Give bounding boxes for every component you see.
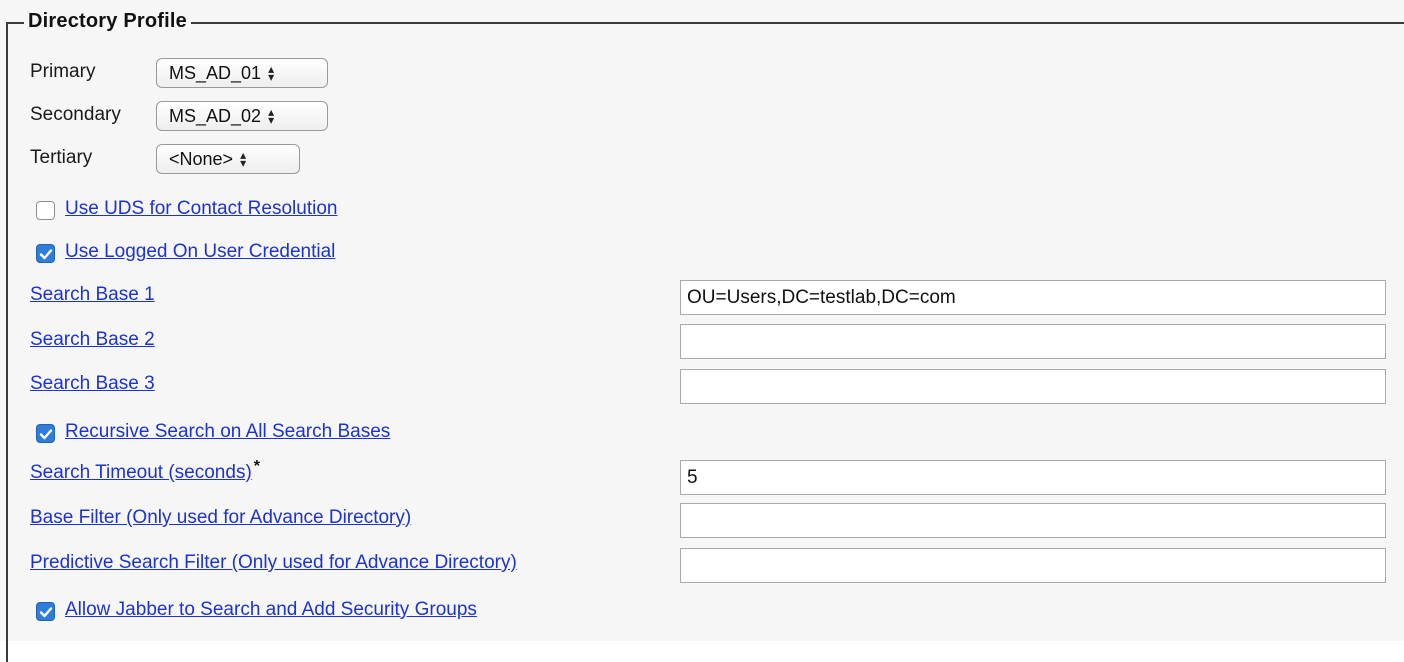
use-logged-on-checkbox[interactable] [36, 244, 55, 263]
up-down-arrows-icon: ▴ ▾ [268, 62, 275, 84]
primary-label: Primary [30, 61, 96, 82]
search-timeout-input[interactable] [680, 460, 1386, 495]
search-base-2-label[interactable]: Search Base 2 [30, 329, 155, 351]
tertiary-select-value: <None> [169, 148, 234, 169]
use-uds-checkbox[interactable] [36, 201, 55, 220]
tertiary-label: Tertiary [30, 147, 93, 168]
secondary-select[interactable]: MS_AD_02 ▴ ▾ [156, 101, 328, 131]
use-logged-on-label[interactable]: Use Logged On User Credential [65, 241, 335, 263]
primary-select[interactable]: MS_AD_01 ▴ ▾ [156, 58, 328, 88]
allow-jabber-label[interactable]: Allow Jabber to Search and Add Security … [65, 599, 477, 621]
up-down-arrows-icon: ▴ ▾ [268, 105, 275, 127]
predictive-filter-input[interactable] [680, 548, 1386, 583]
predictive-filter-label[interactable]: Predictive Search Filter (Only used for … [30, 552, 517, 574]
tertiary-select[interactable]: <None> ▴ ▾ [156, 144, 300, 174]
search-base-3-input[interactable] [680, 369, 1386, 404]
search-base-1-input[interactable] [680, 280, 1386, 315]
search-base-3-label[interactable]: Search Base 3 [30, 373, 155, 395]
directory-profile-panel: Directory Profile Primary MS_AD_01 ▴ ▾ Se… [0, 0, 1404, 662]
recursive-search-label[interactable]: Recursive Search on All Search Bases [65, 421, 390, 443]
checkmark-icon [39, 429, 53, 440]
use-uds-label[interactable]: Use UDS for Contact Resolution [65, 198, 337, 220]
required-marker: * [253, 458, 260, 475]
recursive-search-checkbox[interactable] [36, 424, 55, 443]
search-base-1-label[interactable]: Search Base 1 [30, 284, 155, 306]
base-filter-input[interactable] [680, 503, 1386, 538]
search-timeout-row-label: Search Timeout (seconds) * [30, 458, 260, 484]
up-down-arrows-icon: ▴ ▾ [240, 148, 247, 170]
allow-jabber-checkbox[interactable] [36, 602, 55, 621]
secondary-label: Secondary [30, 104, 121, 125]
base-filter-label[interactable]: Base Filter (Only used for Advance Direc… [30, 507, 411, 529]
section-title: Directory Profile [24, 10, 192, 33]
primary-select-value: MS_AD_01 [169, 62, 262, 83]
search-timeout-label[interactable]: Search Timeout (seconds) [30, 462, 252, 483]
checkmark-icon [39, 607, 53, 618]
search-base-2-input[interactable] [680, 324, 1386, 359]
checkmark-icon [39, 249, 53, 260]
secondary-select-value: MS_AD_02 [169, 105, 262, 126]
